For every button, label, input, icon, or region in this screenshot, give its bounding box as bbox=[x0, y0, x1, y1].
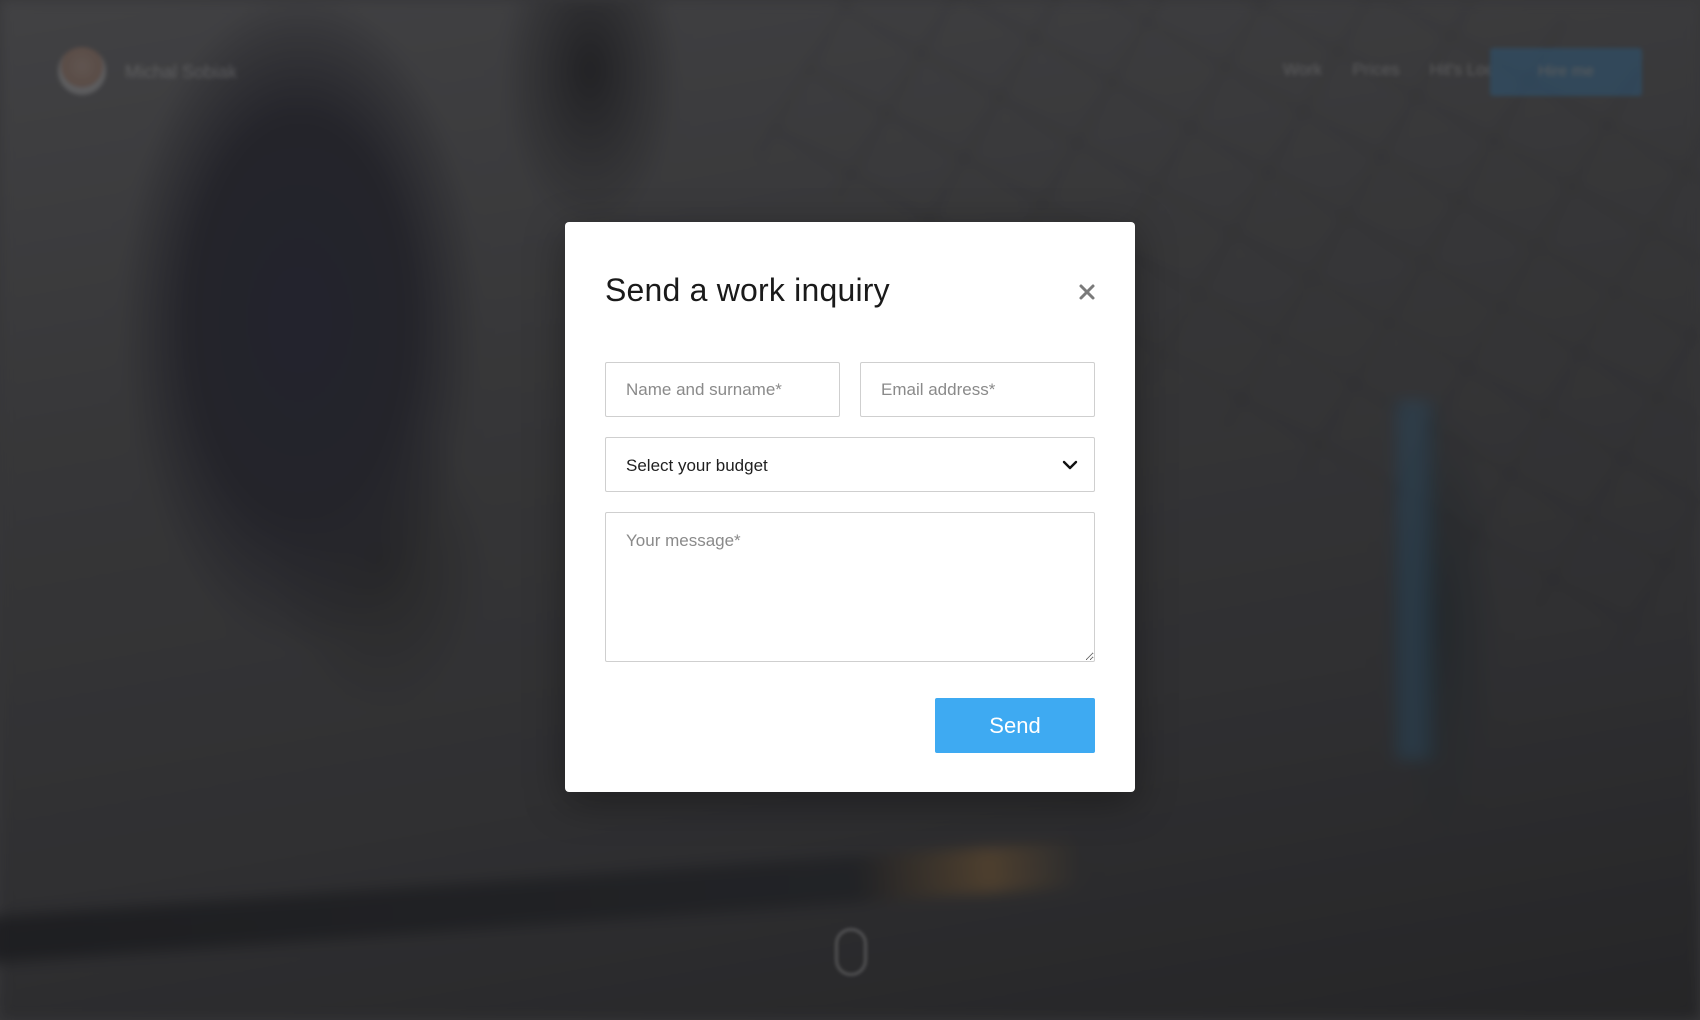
send-button[interactable]: Send bbox=[935, 698, 1095, 753]
budget-select-value: Select your budget bbox=[626, 456, 768, 475]
modal-title: Send a work inquiry bbox=[605, 272, 890, 308]
close-button[interactable] bbox=[1073, 278, 1101, 306]
message-field[interactable] bbox=[605, 512, 1095, 662]
email-field[interactable] bbox=[860, 362, 1095, 417]
budget-select[interactable]: Select your budget bbox=[605, 437, 1095, 492]
work-inquiry-modal: Send a work inquiry Select your budget S… bbox=[565, 222, 1135, 792]
page: Michal Sobiak Work Prices Hit's Localli … bbox=[0, 0, 1700, 1020]
chevron-down-icon bbox=[1062, 460, 1078, 470]
close-icon bbox=[1079, 284, 1095, 300]
name-field[interactable] bbox=[605, 362, 840, 417]
